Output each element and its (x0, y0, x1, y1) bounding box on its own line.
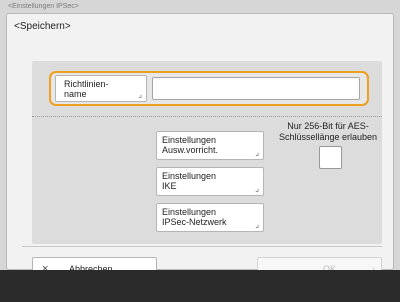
policy-name-label-line1: Richtlinien- (64, 79, 109, 89)
save-dialog: <Speichern> Richtlinien- name ⌟ Einstell… (6, 13, 394, 281)
policy-name-label-line2: name (64, 89, 87, 99)
ike-settings-line1: Einstellungen (162, 171, 217, 181)
corner-icon: ⌟ (138, 90, 142, 99)
corner-icon: ⌟ (255, 148, 259, 157)
divider (32, 116, 382, 117)
policy-name-button[interactable]: Richtlinien- name ⌟ (55, 75, 147, 102)
aes-256-only-checkbox[interactable] (319, 146, 342, 169)
corner-icon: ⌟ (255, 184, 259, 193)
device-settings-line2: Ausw.vorricht. (162, 145, 219, 155)
ipsec-network-line2: IPSec-Netzwerk (162, 217, 227, 227)
breadcrumb: <Einstellungen IPSec> (8, 3, 79, 10)
aes-label-line2: Schlüssellänge erlauben (278, 132, 378, 142)
ike-settings-button[interactable]: Einstellungen IKE ⌟ (156, 167, 264, 196)
ike-settings-line2: IKE (162, 181, 177, 191)
corner-icon: ⌟ (255, 220, 259, 229)
dialog-title: <Speichern> (14, 21, 71, 32)
aes-label-line1: Nur 256-Bit für AES- (287, 121, 369, 131)
device-settings-line1: Einstellungen (162, 135, 217, 145)
policy-name-row: Richtlinien- name ⌟ (49, 71, 369, 106)
ipsec-network-line1: Einstellungen (162, 207, 217, 217)
aes-256-only-label: Nur 256-Bit für AES- Schlüssellänge erla… (273, 121, 383, 143)
ipsec-network-settings-button[interactable]: Einstellungen IPSec-Netzwerk ⌟ (156, 203, 264, 232)
footer-divider (22, 246, 382, 247)
screen: <Einstellungen IPSec> <Speichern> Richtl… (0, 0, 400, 281)
bottom-bar (0, 270, 400, 302)
device-settings-button[interactable]: Einstellungen Ausw.vorricht. ⌟ (156, 131, 264, 160)
policy-name-field[interactable] (152, 77, 360, 100)
